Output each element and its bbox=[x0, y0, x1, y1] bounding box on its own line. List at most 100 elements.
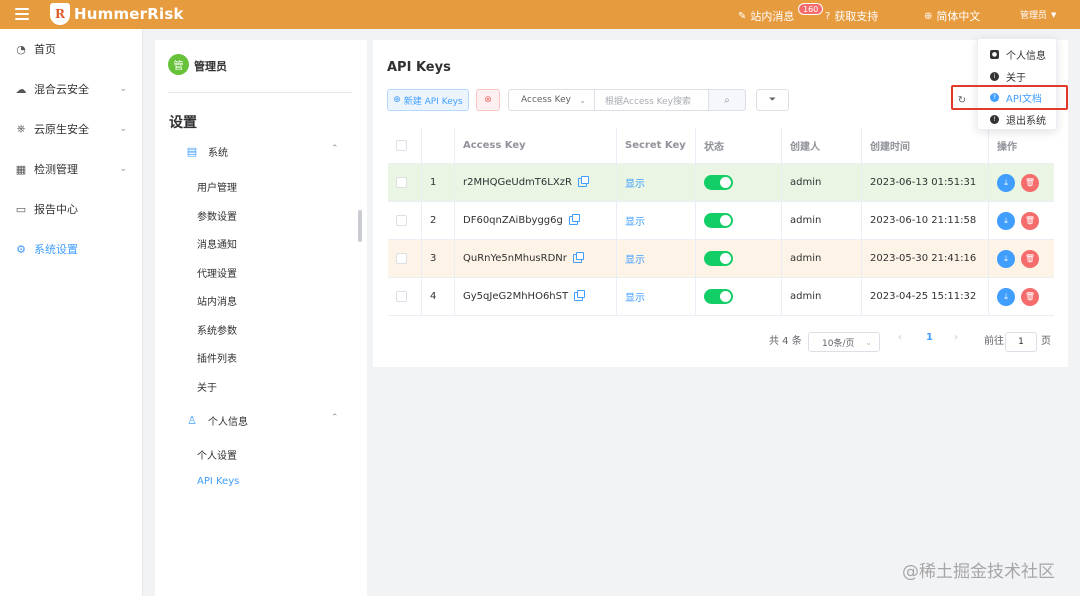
menu-item-plugins[interactable]: 插件列表 bbox=[197, 350, 237, 365]
sidebar: ◔ 首页 ☁ 混合云安全 ⌄ ⎈ 云原生安全 ⌄ ▦ 检测管理 ⌄ ▭ 报告中心… bbox=[0, 29, 143, 596]
menu-item-notifications[interactable]: 消息通知 bbox=[197, 236, 237, 251]
goto-page-input[interactable]: 1 bbox=[1005, 332, 1037, 352]
table-header: Access Key Secret Key 状态 创建人 创建时间 操作 bbox=[388, 128, 1054, 164]
copy-icon[interactable] bbox=[568, 214, 580, 225]
page-title: API Keys bbox=[387, 60, 451, 75]
filter-icon: ⏷ bbox=[768, 95, 777, 105]
pencil-icon: ✎ bbox=[738, 10, 747, 22]
creator-cell: admin bbox=[782, 278, 862, 315]
user-menu-trigger[interactable]: 管理员 ▼ bbox=[1020, 8, 1057, 22]
sidebar-item-home[interactable]: ◔ 首页 bbox=[0, 29, 143, 69]
copy-icon[interactable] bbox=[572, 252, 584, 263]
row-index: 2 bbox=[422, 202, 455, 239]
batch-delete-button[interactable]: ⊗ bbox=[476, 89, 500, 111]
chevron-down-icon: ⌄ bbox=[579, 95, 586, 105]
language-switch[interactable]: ⊕ 简体中文 bbox=[924, 8, 980, 24]
menu-item-param-settings[interactable]: 参数设置 bbox=[197, 208, 237, 223]
sidebar-item-system-settings[interactable]: ⚙ 系统设置 bbox=[0, 229, 143, 269]
dropdown-item-about[interactable]: i 关于 bbox=[990, 69, 1026, 84]
menu-item-about[interactable]: 关于 bbox=[197, 379, 217, 394]
table-row[interactable]: 4 Gy5qJeG2MhHO6hST 显示 admin 2023-04-25 1… bbox=[388, 278, 1054, 316]
sidebar-item-detection[interactable]: ▦ 检测管理 ⌄ bbox=[0, 149, 143, 189]
header-actions: 操作 bbox=[997, 142, 1017, 153]
secret-key-cell: 显示 bbox=[617, 164, 696, 201]
actions-cell: ⤓ 🗑 bbox=[989, 202, 1054, 239]
group-system[interactable]: ▤ 系统 bbox=[184, 144, 228, 159]
sidebar-item-cloud-native[interactable]: ⎈ 云原生安全 ⌄ bbox=[0, 109, 143, 149]
group-personal[interactable]: ♙ 个人信息 bbox=[184, 413, 248, 428]
delete-button[interactable]: 🗑 bbox=[1021, 211, 1039, 230]
menu-item-personal-settings[interactable]: 个人设置 bbox=[197, 447, 237, 462]
table-row[interactable]: 1 r2MHQGeUdmT6LXzR 显示 admin 2023-06-13 0… bbox=[388, 164, 1054, 202]
search-field-select[interactable]: Access Key ⌄ bbox=[508, 89, 595, 111]
status-toggle[interactable] bbox=[704, 175, 733, 190]
table-row[interactable]: 2 DF60qnZAiBbygg6g 显示 admin 2023-06-10 2… bbox=[388, 202, 1054, 240]
prev-page-button[interactable]: ‹ bbox=[898, 332, 902, 343]
created-time-cell: 2023-06-10 21:11:58 bbox=[862, 202, 989, 239]
actions-cell: ⤓ 🗑 bbox=[989, 240, 1054, 277]
status-toggle[interactable] bbox=[704, 213, 733, 228]
search-input[interactable]: 根据Access Key搜索 bbox=[595, 89, 709, 111]
search-button[interactable]: ⌕ bbox=[709, 89, 746, 111]
language-label: 简体中文 bbox=[936, 10, 981, 23]
row-select-cell bbox=[388, 278, 422, 315]
messages-link[interactable]: ✎ 站内消息 bbox=[738, 8, 794, 24]
caret-down-icon: ▼ bbox=[1051, 10, 1057, 19]
sidebar-item-hybrid-cloud[interactable]: ☁ 混合云安全 ⌄ bbox=[0, 69, 143, 109]
checkbox[interactable] bbox=[396, 177, 407, 188]
delete-button[interactable]: 🗑 bbox=[1021, 249, 1039, 268]
new-api-key-button[interactable]: ⊕ 新建 API Keys bbox=[387, 89, 469, 111]
settings-panel: 管 管理员 设置 ▤ 系统 ⌃ 用户管理 参数设置 消息通知 代理设置 站内消息… bbox=[155, 40, 367, 596]
download-button[interactable]: ⤓ bbox=[997, 211, 1015, 230]
chevron-down-icon: ⌄ bbox=[119, 84, 127, 94]
menu-item-user-management[interactable]: 用户管理 bbox=[197, 179, 237, 194]
show-secret-link[interactable]: 显示 bbox=[625, 175, 645, 190]
actions-cell: ⤓ 🗑 bbox=[989, 278, 1054, 315]
checkbox[interactable] bbox=[396, 253, 407, 264]
filter-button[interactable]: ⏷ bbox=[756, 89, 789, 111]
user-dropdown-menu: ● 个人信息 i 关于 ? API文档 ! 退出系统 bbox=[977, 38, 1057, 130]
app-logo[interactable]: R HummerRisk bbox=[50, 3, 184, 25]
menu-item-api-keys[interactable]: API Keys bbox=[197, 476, 239, 487]
dropdown-item-profile[interactable]: ● 个人信息 bbox=[990, 47, 1046, 62]
table-row[interactable]: 3 QuRnYe5nMhusRDNr 显示 admin 2023-05-30 2… bbox=[388, 240, 1054, 278]
logo-text: HummerRisk bbox=[74, 5, 184, 23]
checkbox[interactable] bbox=[396, 291, 407, 302]
chevron-up-icon[interactable]: ⌃ bbox=[331, 144, 339, 154]
download-button[interactable]: ⤓ bbox=[997, 249, 1015, 268]
checkbox[interactable] bbox=[396, 215, 407, 226]
hamburger-menu-icon[interactable] bbox=[15, 8, 29, 20]
show-secret-link[interactable]: 显示 bbox=[625, 213, 645, 228]
delete-button[interactable]: 🗑 bbox=[1021, 287, 1039, 306]
show-secret-link[interactable]: 显示 bbox=[625, 289, 645, 304]
user-icon: ● bbox=[990, 50, 999, 59]
header-select-all[interactable] bbox=[388, 128, 422, 163]
row-select-cell bbox=[388, 202, 422, 239]
show-secret-link[interactable]: 显示 bbox=[625, 251, 645, 266]
sidebar-item-reports[interactable]: ▭ 报告中心 bbox=[0, 189, 143, 229]
annotation-highlight-box bbox=[951, 85, 1068, 110]
dropdown-item-logout[interactable]: ! 退出系统 bbox=[990, 112, 1046, 127]
menu-item-messages[interactable]: 站内消息 bbox=[197, 293, 237, 308]
chevron-up-icon[interactable]: ⌃ bbox=[331, 413, 339, 423]
globe-icon: ⊕ bbox=[924, 10, 933, 22]
current-page[interactable]: 1 bbox=[926, 332, 933, 343]
user-name: 管理员 bbox=[194, 60, 227, 73]
scrollbar-thumb[interactable] bbox=[358, 210, 362, 242]
shield-logo-icon: R bbox=[50, 3, 70, 25]
pie-chart-icon: ◔ bbox=[16, 42, 26, 56]
next-page-button[interactable]: › bbox=[954, 332, 958, 343]
copy-icon[interactable] bbox=[574, 290, 586, 301]
download-button[interactable]: ⤓ bbox=[997, 173, 1015, 192]
menu-item-proxy[interactable]: 代理设置 bbox=[197, 265, 237, 280]
page-size-select[interactable]: 10条/页 ⌄ bbox=[808, 332, 880, 352]
copy-icon[interactable] bbox=[577, 176, 589, 187]
page-size-value: 10条/页 bbox=[822, 338, 855, 349]
checkbox[interactable] bbox=[396, 140, 407, 151]
status-toggle[interactable] bbox=[704, 251, 733, 266]
delete-button[interactable]: 🗑 bbox=[1021, 173, 1039, 192]
download-button[interactable]: ⤓ bbox=[997, 287, 1015, 306]
status-toggle[interactable] bbox=[704, 289, 733, 304]
menu-item-system-params[interactable]: 系统参数 bbox=[197, 322, 237, 337]
support-link[interactable]: ? 获取支持 bbox=[825, 8, 878, 24]
